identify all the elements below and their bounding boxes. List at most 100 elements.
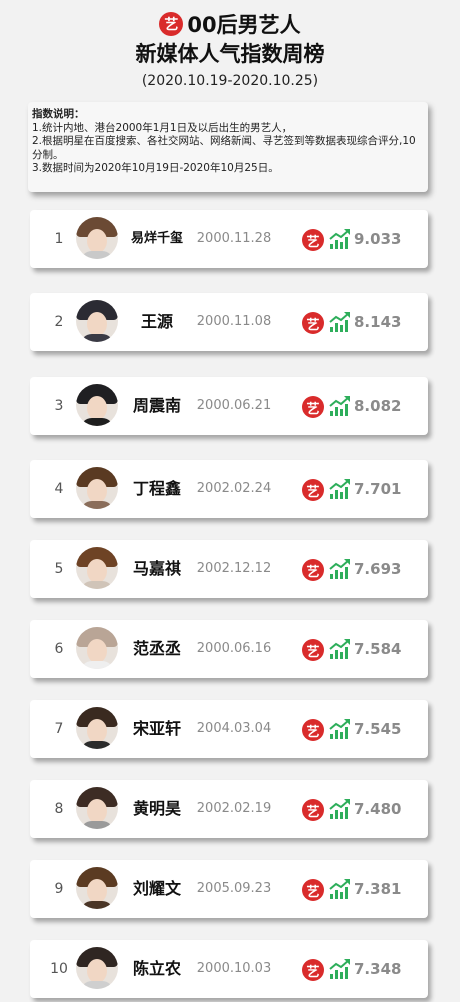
rank-number: 5 <box>54 561 64 577</box>
trend-bar <box>340 572 343 579</box>
artist-name: 刘耀文 <box>132 879 181 898</box>
ranking-row: 3 周震南 2000.06.21 艺 8.082 <box>30 377 428 435</box>
trend-bar <box>330 974 333 979</box>
trending-up-icon <box>329 396 350 416</box>
artist-name: 宋亚轩 <box>132 719 181 738</box>
trend-bar <box>335 730 338 739</box>
birth-date: 2002.02.19 <box>196 801 272 816</box>
trend-bar <box>335 407 338 416</box>
trend-bar <box>340 812 343 819</box>
birth-date: 2000.06.21 <box>196 398 272 413</box>
popularity-score: 7.693 <box>354 560 402 578</box>
avatar-body <box>80 901 114 909</box>
popularity-score: 7.480 <box>354 800 402 818</box>
avatar-body <box>80 418 114 426</box>
trend-bar <box>330 494 333 499</box>
artist-name: 范丞丞 <box>132 639 181 658</box>
birth-date: 2005.09.23 <box>196 881 272 896</box>
popularity-score: 7.381 <box>354 880 402 898</box>
rank-number: 7 <box>54 721 64 737</box>
rank-number: 2 <box>54 314 64 330</box>
trend-bar <box>335 650 338 659</box>
avatar <box>76 707 118 749</box>
popularity-score: 8.082 <box>354 397 402 415</box>
trend-bar <box>335 570 338 579</box>
trend-bar <box>330 574 333 579</box>
artist-name: 王源 <box>140 312 173 331</box>
trending-up-icon <box>329 959 350 979</box>
artist-name: 易烊千玺 <box>130 231 183 246</box>
avatar <box>76 947 118 989</box>
avatar-face <box>87 799 107 823</box>
avatar <box>76 787 118 829</box>
avatar-body <box>80 661 114 669</box>
rank-number: 3 <box>54 398 64 414</box>
yi-badge-icon: 艺 <box>302 959 324 981</box>
trend-bar <box>345 237 348 249</box>
ranking-row: 9 刘耀文 2005.09.23 艺 7.381 <box>30 860 428 918</box>
artist-name: 周震南 <box>132 396 181 415</box>
birth-date: 2002.02.24 <box>196 481 272 496</box>
artist-name: 马嘉祺 <box>132 559 181 578</box>
trending-up-icon <box>329 312 350 332</box>
yi-badge-icon: 艺 <box>302 312 324 334</box>
trend-bar <box>340 242 343 249</box>
trend-bar <box>335 890 338 899</box>
avatar <box>76 867 118 909</box>
yi-badge-icon: 艺 <box>302 879 324 901</box>
trend-bar <box>345 727 348 739</box>
avatar-face <box>87 479 107 503</box>
trend-bar <box>330 327 333 332</box>
trending-up-icon <box>329 879 350 899</box>
trend-bar <box>345 567 348 579</box>
trending-up-icon <box>329 719 350 739</box>
yi-badge-icon: 艺 <box>302 559 324 581</box>
ranking-row: 5 马嘉祺 2002.12.12 艺 7.693 <box>30 540 428 598</box>
rank-number: 10 <box>50 961 68 977</box>
yi-badge-icon: 艺 <box>302 719 324 741</box>
trend-bar <box>335 970 338 979</box>
popularity-score: 7.545 <box>354 720 402 738</box>
trend-bar <box>340 972 343 979</box>
avatar-face <box>87 229 107 253</box>
avatar <box>76 384 118 426</box>
avatar <box>76 467 118 509</box>
avatar-body <box>80 581 114 589</box>
yi-badge-icon: 艺 <box>302 396 324 418</box>
trend-bar <box>330 411 333 416</box>
trend-bar <box>340 892 343 899</box>
trend-bar <box>330 814 333 819</box>
avatar-body <box>80 741 114 749</box>
rank-number: 4 <box>54 481 64 497</box>
avatar-face <box>87 559 107 583</box>
popularity-score: 7.584 <box>354 640 402 658</box>
avatar-face <box>87 312 107 336</box>
popularity-score: 7.701 <box>354 480 402 498</box>
trend-bar <box>335 240 338 249</box>
ranking-row: 7 宋亚轩 2004.03.04 艺 7.545 <box>30 700 428 758</box>
trend-bar <box>340 732 343 739</box>
trend-bar <box>345 404 348 416</box>
birth-date: 2000.11.08 <box>196 314 272 329</box>
rank-number: 8 <box>54 801 64 817</box>
artist-name: 丁程鑫 <box>132 479 181 498</box>
trending-up-icon <box>329 559 350 579</box>
artist-name: 陈立农 <box>132 959 181 978</box>
avatar-body <box>80 251 114 259</box>
birth-date: 2000.10.03 <box>196 961 272 976</box>
ranking-row: 1 易烊千玺 2000.11.28 艺 9.033 <box>30 210 428 268</box>
birth-date: 2002.12.12 <box>196 561 272 576</box>
avatar-body <box>80 501 114 509</box>
ranking-row: 10 陈立农 2000.10.03 艺 7.348 <box>30 940 428 998</box>
rank-number: 6 <box>54 641 64 657</box>
avatar <box>76 627 118 669</box>
yi-badge-icon: 艺 <box>302 479 324 501</box>
trend-bar <box>330 654 333 659</box>
trend-bar <box>345 887 348 899</box>
avatar-body <box>80 821 114 829</box>
avatar <box>76 300 118 342</box>
avatar-face <box>87 396 107 420</box>
trend-bar <box>340 492 343 499</box>
ranking-row: 8 黄明昊 2002.02.19 艺 7.480 <box>30 780 428 838</box>
trend-bar <box>345 807 348 819</box>
